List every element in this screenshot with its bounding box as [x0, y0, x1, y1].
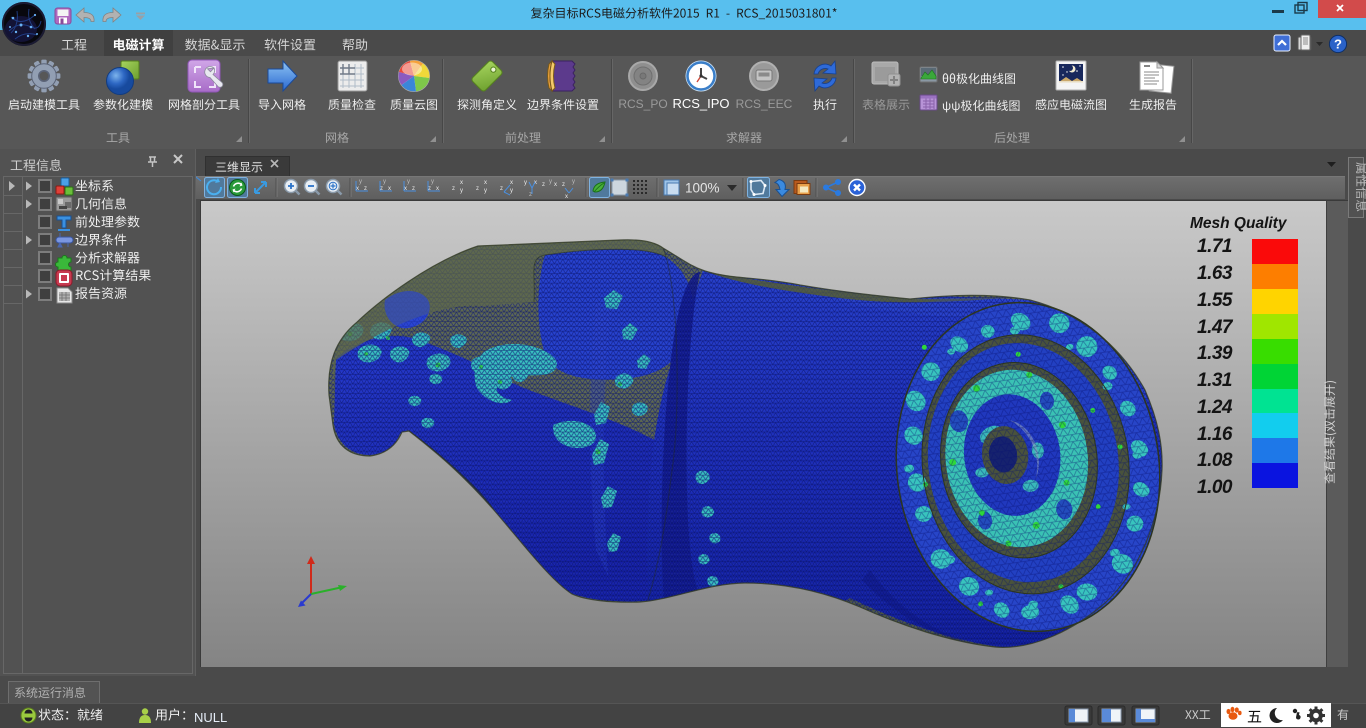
- svg-text:z: z: [452, 186, 455, 192]
- svg-text:y: y: [383, 179, 386, 185]
- svg-text:y: y: [572, 179, 575, 185]
- svg-text:y: y: [524, 180, 527, 186]
- svg-text:x: x: [510, 180, 513, 186]
- svg-text:x: x: [554, 182, 557, 188]
- svg-text:y: y: [359, 179, 362, 185]
- svg-text:z: z: [542, 182, 545, 188]
- svg-text:z: z: [562, 182, 565, 188]
- svg-text:y: y: [407, 179, 410, 185]
- svg-text:x: x: [460, 180, 463, 186]
- svg-text:z: z: [476, 186, 479, 192]
- svg-text:y: y: [431, 179, 434, 185]
- svg-text:x: x: [484, 180, 487, 186]
- svg-text:?: ?: [1334, 37, 1342, 52]
- svg-text:y: y: [484, 188, 487, 194]
- svg-text:z: z: [500, 186, 503, 192]
- svg-text:y: y: [460, 188, 463, 194]
- svg-text:100%: 100%: [685, 181, 720, 196]
- svg-text:y: y: [510, 188, 513, 194]
- svg-text:y: y: [549, 179, 552, 185]
- svg-text:z: z: [529, 192, 532, 198]
